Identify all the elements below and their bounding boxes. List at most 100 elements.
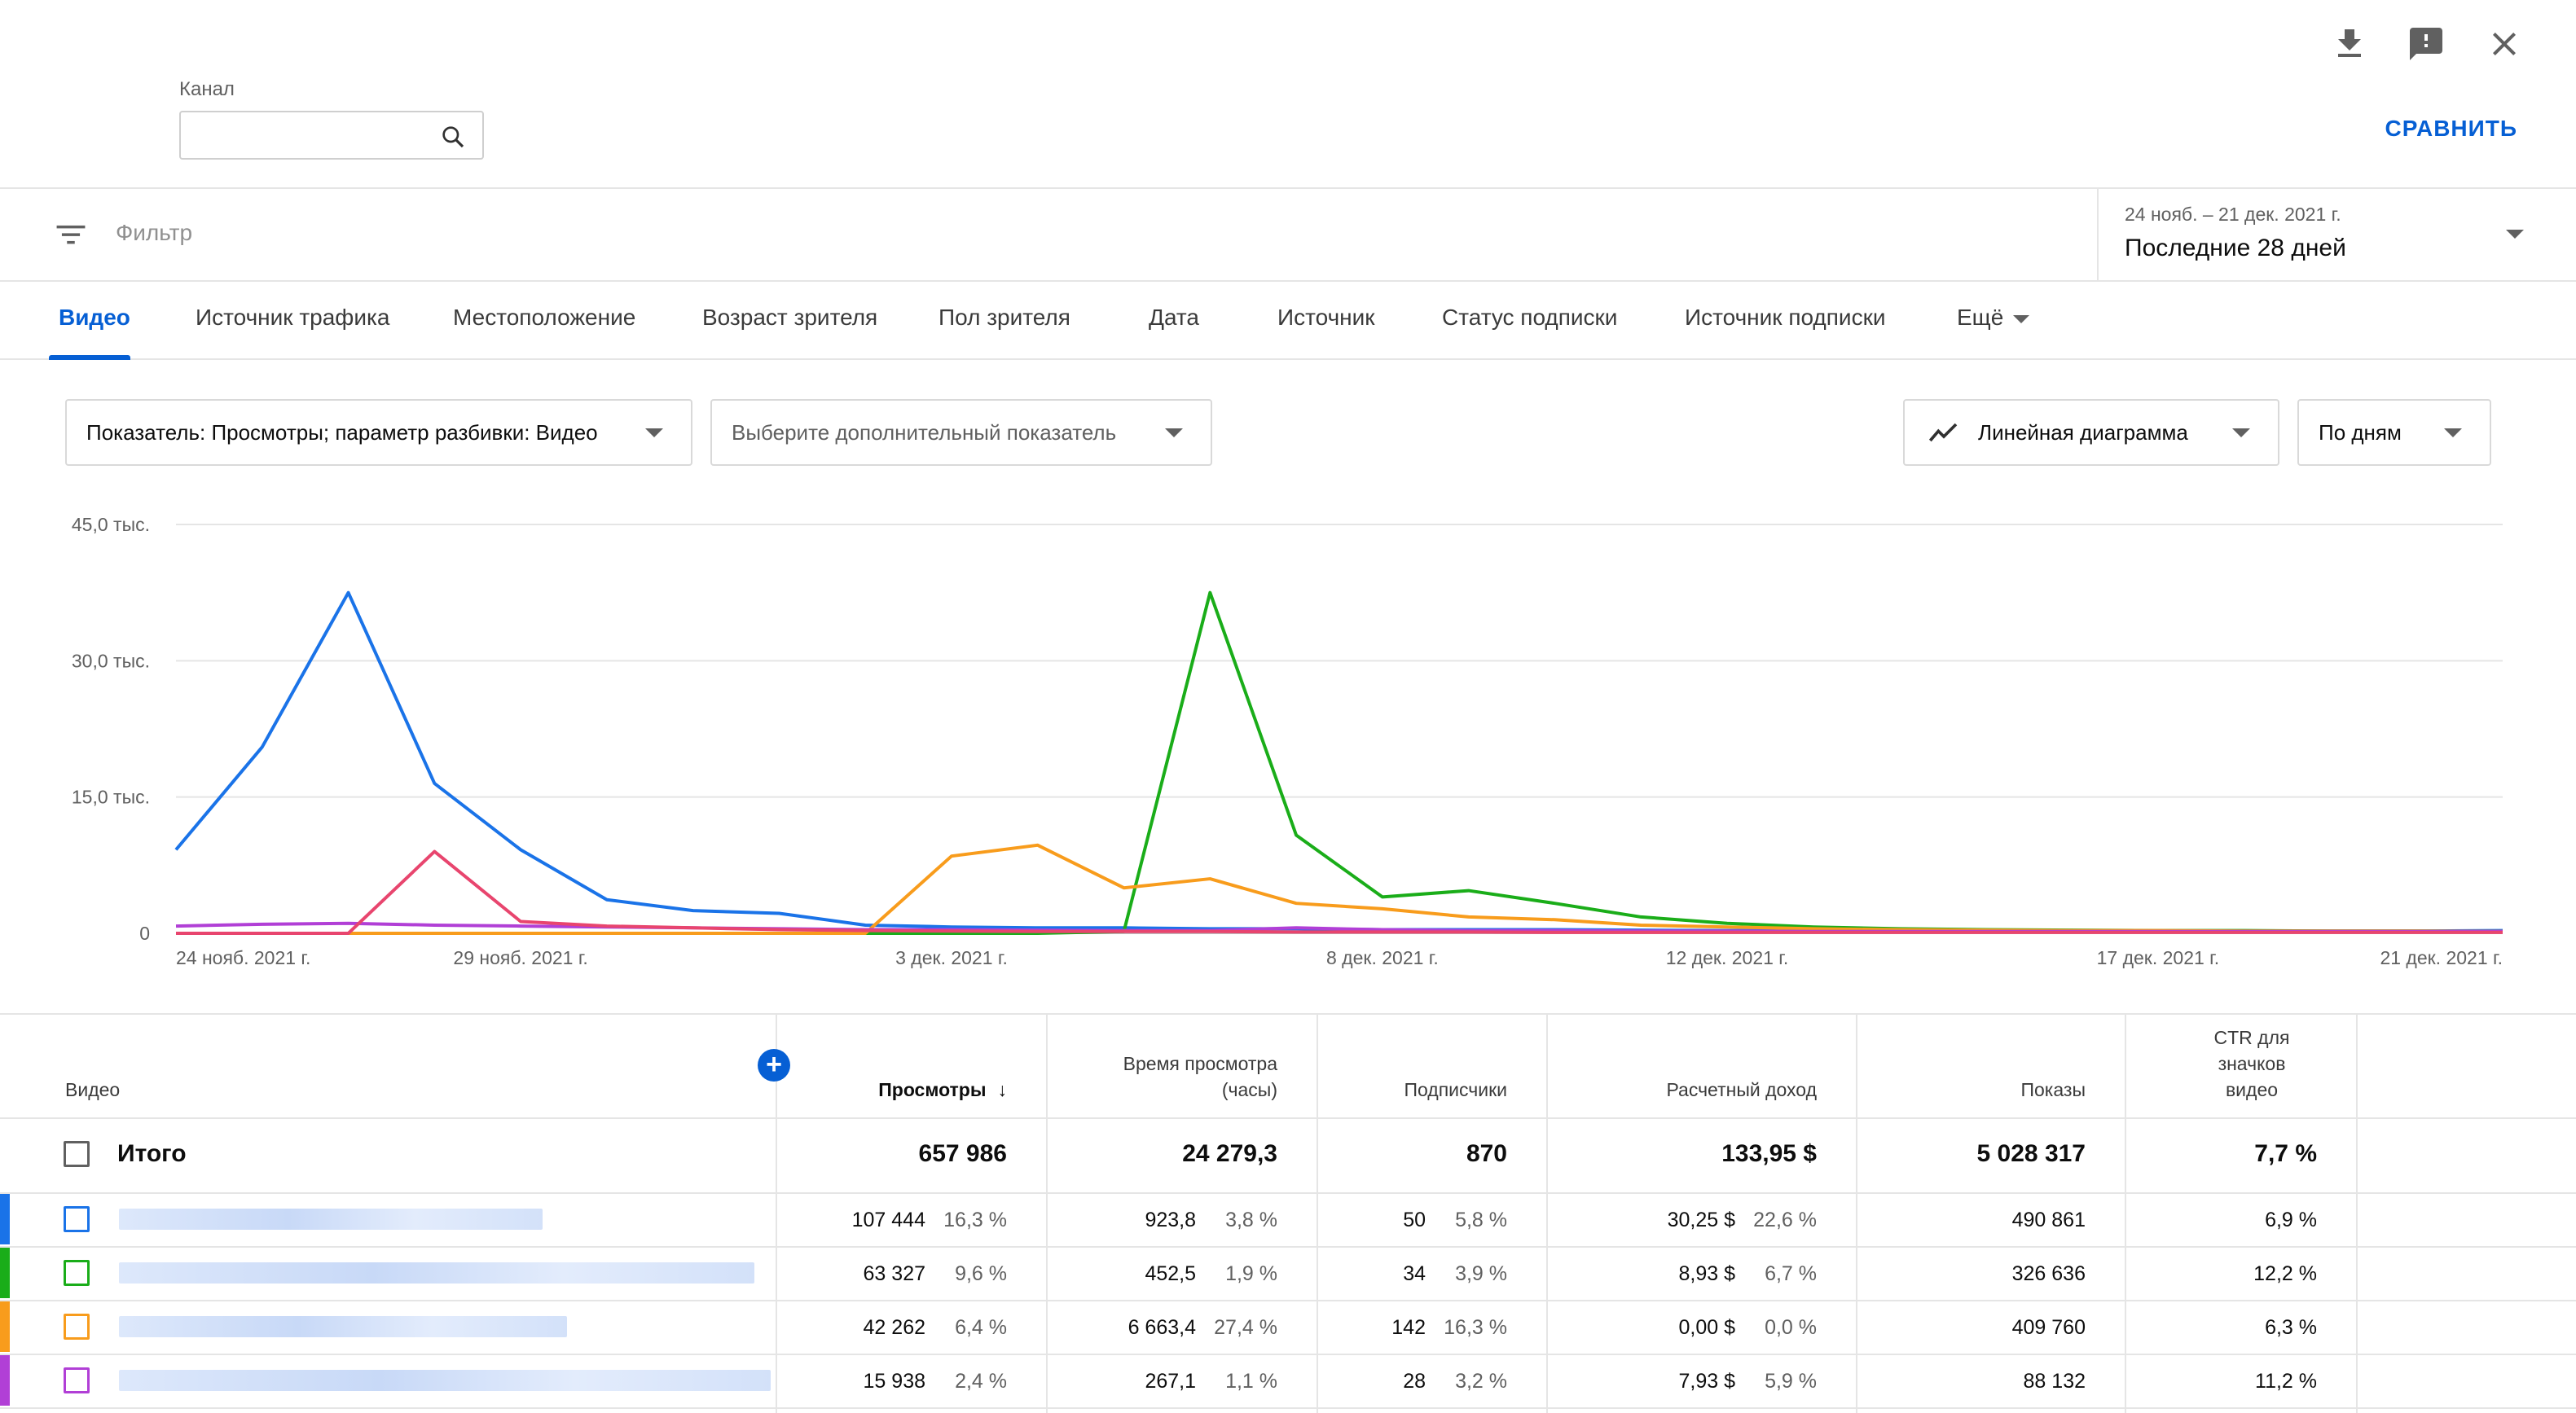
x-axis-labels: 24 нояб. 2021 г. 29 нояб. 2021 г. 3 дек. 2… xyxy=(176,947,2503,968)
x-tick-label: 21 дек. 2021 г. xyxy=(2380,947,2503,968)
channel-search-box[interactable] xyxy=(179,111,484,160)
video-title-blurred[interactable] xyxy=(119,1370,771,1391)
row-divider xyxy=(0,1117,2576,1119)
series-color-indicator xyxy=(0,1194,10,1244)
tab-location[interactable]: Местоположение xyxy=(453,305,635,331)
cell-revenue: 7,93 $ xyxy=(1678,1370,1735,1393)
header-subscribers[interactable]: Подписчики xyxy=(1404,1077,1507,1103)
cell-subs-pct: 3,2 % xyxy=(1455,1370,1507,1393)
tab-viewer-gender[interactable]: Пол зрителя xyxy=(939,305,1070,331)
compare-button[interactable]: СРАВНИТЬ xyxy=(2385,116,2517,142)
filter-input[interactable]: Фильтр xyxy=(116,220,192,246)
cell-subs-pct: 5,8 % xyxy=(1455,1209,1507,1231)
cell-revenue: 0,00 $ xyxy=(1678,1316,1735,1339)
date-range-text: 24 нояб. – 21 дек. 2021 г. xyxy=(2125,204,2341,225)
close-icon[interactable] xyxy=(2485,24,2524,64)
chart-grid xyxy=(176,524,2503,934)
tab-source[interactable]: Источник xyxy=(1277,305,1375,331)
cell-views: 63 327 xyxy=(863,1262,925,1285)
total-impressions: 5 028 317 xyxy=(1976,1140,2086,1167)
feedback-icon[interactable] xyxy=(2407,24,2446,64)
channel-search-input[interactable] xyxy=(192,121,437,151)
cell-ctr: 6,9 % xyxy=(2265,1209,2317,1231)
video-title-blurred[interactable] xyxy=(119,1316,567,1337)
cell-subscribers: 50 xyxy=(1403,1209,1426,1231)
tab-more-label: Ещё xyxy=(1957,305,2004,330)
tab-more[interactable]: Ещё xyxy=(1957,305,2030,331)
series-line-2 xyxy=(176,590,2503,935)
cell-impressions: 409 760 xyxy=(2011,1316,2086,1339)
header-watch-time[interactable]: Время просмотра (часы) xyxy=(1123,1051,1277,1103)
x-tick-label: 8 дек. 2021 г. xyxy=(1326,947,1439,968)
cell-revenue-pct: 5,9 % xyxy=(1765,1370,1817,1393)
chevron-down-icon xyxy=(1165,428,1183,437)
x-tick-label: 12 дек. 2021 г. xyxy=(1666,947,1789,968)
cell-impressions: 490 861 xyxy=(2011,1209,2086,1231)
channel-label: Канал xyxy=(179,78,235,100)
x-tick-label: 17 дек. 2021 г. xyxy=(2097,947,2220,968)
metric-dropdown[interactable]: Показатель: Просмотры; параметр разбивки… xyxy=(65,399,692,466)
sort-down-icon: ↓ xyxy=(997,1079,1008,1100)
chevron-down-icon xyxy=(2013,314,2030,323)
tab-traffic-source[interactable]: Источник трафика xyxy=(196,305,389,331)
add-column-button[interactable]: + xyxy=(758,1049,790,1082)
header-watch-time-l1: Время просмотра xyxy=(1123,1053,1277,1074)
cell-subs-pct: 3,9 % xyxy=(1455,1262,1507,1285)
cell-watch-time: 6 663,4 xyxy=(1128,1316,1196,1339)
header-video[interactable]: Видео xyxy=(65,1077,120,1103)
data-table: Видео + Просмотры ↓ Время просмотра (часы… xyxy=(0,1013,2576,1413)
header-revenue[interactable]: Расчетный доход xyxy=(1666,1077,1817,1103)
secondary-metric-dropdown[interactable]: Выберите дополнительный показатель xyxy=(710,399,1212,466)
cell-views: 15 938 xyxy=(863,1370,925,1393)
date-range-selector[interactable]: 24 нояб. – 21 дек. 2021 г. Последние 28 … xyxy=(2097,189,2576,282)
search-icon[interactable] xyxy=(440,124,466,150)
header: Канал СРАВНИТЬ xyxy=(0,0,2576,189)
cell-subscribers: 34 xyxy=(1403,1262,1426,1285)
y-axis-labels: 0 15,0 тыс. 30,0 тыс. 45,0 тыс. xyxy=(72,514,150,944)
row-checkbox[interactable] xyxy=(64,1367,90,1393)
tab-subscription-source[interactable]: Источник подписки xyxy=(1685,305,1885,331)
series-line-3 xyxy=(176,843,2503,935)
cell-views: 107 444 xyxy=(851,1209,925,1231)
tab-subscription-status[interactable]: Статус подписки xyxy=(1442,305,1617,331)
cell-watch-pct: 1,9 % xyxy=(1225,1262,1277,1285)
filter-icon[interactable] xyxy=(55,222,86,248)
total-views: 657 986 xyxy=(918,1140,1007,1167)
row-checkbox[interactable] xyxy=(64,1206,90,1232)
chart-type-label: Линейная диаграмма xyxy=(1978,420,2188,445)
cell-views-pct: 16,3 % xyxy=(943,1209,1007,1231)
active-tab-indicator xyxy=(49,355,130,360)
header-impressions[interactable]: Показы xyxy=(2020,1077,2086,1103)
cell-subscribers: 142 xyxy=(1391,1316,1426,1339)
tab-date[interactable]: Дата xyxy=(1149,305,1199,331)
series-line-4 xyxy=(175,921,2503,933)
tab-video[interactable]: Видео xyxy=(59,305,130,331)
date-period-text: Последние 28 дней xyxy=(2125,235,2346,261)
download-icon[interactable] xyxy=(2330,24,2369,64)
chevron-down-icon xyxy=(2444,428,2462,437)
cell-revenue-pct: 22,6 % xyxy=(1753,1209,1817,1231)
cell-impressions: 326 636 xyxy=(2011,1262,2086,1285)
filter-bar: Фильтр 24 нояб. – 21 дек. 2021 г. Послед… xyxy=(0,189,2576,282)
line-chart-icon xyxy=(1928,423,1958,442)
chart-type-dropdown[interactable]: Линейная диаграмма xyxy=(1903,399,2279,466)
x-tick-label: 24 нояб. 2021 г. xyxy=(176,947,310,968)
video-title-blurred[interactable] xyxy=(119,1262,754,1284)
cell-views: 42 262 xyxy=(863,1316,925,1339)
series-line-1 xyxy=(174,590,2503,933)
granularity-dropdown[interactable]: По дням xyxy=(2297,399,2491,466)
header-views[interactable]: Просмотры ↓ xyxy=(878,1077,1007,1103)
video-title-blurred[interactable] xyxy=(119,1209,543,1230)
y-tick-label: 45,0 тыс. xyxy=(72,514,150,535)
row-checkbox[interactable] xyxy=(64,1314,90,1340)
tab-viewer-age[interactable]: Возраст зрителя xyxy=(702,305,877,331)
cell-watch-pct: 3,8 % xyxy=(1225,1209,1277,1231)
x-tick-label: 29 нояб. 2021 г. xyxy=(453,947,587,968)
y-tick-label: 30,0 тыс. xyxy=(72,650,150,671)
row-checkbox[interactable] xyxy=(64,1260,90,1286)
cell-watch-time: 923,8 xyxy=(1145,1209,1196,1231)
cell-ctr: 12,2 % xyxy=(2253,1262,2317,1285)
total-checkbox[interactable] xyxy=(64,1141,90,1167)
chevron-down-icon xyxy=(645,428,663,437)
header-ctr[interactable]: CTR для значков видео xyxy=(2187,1025,2317,1103)
